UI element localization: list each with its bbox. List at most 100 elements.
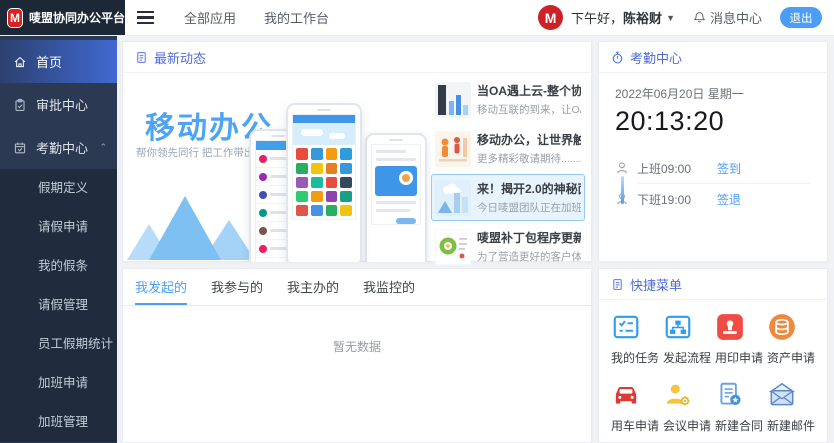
news-thumbnail (435, 229, 471, 265)
top-header: M 唛盟协同办公平台 全部应用 我的工作台 M 下午好，陈裕财 ▼ 消息中心 (0, 0, 834, 36)
sidebar-item-label: 首页 (36, 52, 62, 71)
home-icon (13, 55, 27, 69)
latest-news-card: 最新动态 移动办公 帮你领先同行 把工作带出办公室 (122, 41, 592, 262)
news-list: 当OA遇上云-整个协同OA 移动互联的到来，让OA与云 移动办公，让世界触手可 … (431, 73, 591, 262)
latest-news-header: 最新动态 (123, 42, 591, 73)
news-item-subtitle: 为了营造更好的客户体验，唛 (477, 249, 581, 264)
chevron-up-icon: ⌃ (99, 142, 107, 153)
attendance-card: 考勤中心 2022年06月20日 星期一 20:13:20 上班09:00 签到 (598, 41, 828, 262)
nav-all-apps[interactable]: 全部应用 (184, 8, 236, 27)
banner-phone (365, 133, 427, 262)
quick-new-mail[interactable]: 新建邮件 (767, 380, 819, 434)
sidebar-subitem-holiday-definition[interactable]: 假期定义 (0, 169, 117, 208)
message-center[interactable]: 消息中心 (693, 8, 762, 27)
news-item-selected[interactable]: 来！揭开2.0的神秘面纱- 今日唛盟团队正在加班加点， (431, 174, 585, 221)
card-title: 最新动态 (154, 48, 206, 67)
promo-banner[interactable]: 移动办公 帮你领先同行 把工作带出办公室 (123, 73, 431, 262)
meeting-icon (663, 380, 715, 410)
sidebar-item-attendance-center[interactable]: 考勤中心 ⌃ (0, 126, 117, 169)
quick-vehicle-request[interactable]: 用车申请 (611, 380, 663, 434)
quick-asset-request[interactable]: 资产申请 (767, 312, 819, 366)
quick-menu-card: 快捷菜单 我的任务 (598, 268, 828, 443)
flow-icon (663, 312, 715, 342)
sidebar-subitem-employee-leave-stats[interactable]: 员工假期统计 (0, 325, 117, 364)
attendance-timeline: 上班09:00 签到 下班19:00 签退 (615, 153, 811, 214)
quick-item-label: 用印申请 (715, 349, 767, 366)
logout-button[interactable]: 退出 (780, 7, 822, 28)
news-item-subtitle: 更多精彩敬请期待........ (477, 151, 581, 166)
app-screen: M 唛盟协同办公平台 全部应用 我的工作台 M 下午好，陈裕财 ▼ 消息中心 (0, 0, 834, 443)
news-item[interactable]: 移动办公，让世界触手可 更多精彩敬请期待........ (431, 125, 585, 172)
check-out-row: 下班19:00 签退 (615, 184, 811, 214)
mountain-shape (149, 196, 221, 260)
document-icon (135, 51, 148, 64)
user-menu[interactable]: 下午好，陈裕财 ▼ (571, 8, 675, 27)
tab-monitored[interactable]: 我监控的 (363, 269, 415, 305)
card-title: 考勤中心 (630, 48, 682, 67)
attendance-header: 考勤中心 (599, 42, 827, 73)
tab-initiated[interactable]: 我发起的 (135, 269, 187, 305)
news-thumbnail (435, 82, 471, 118)
sidebar-item-label: 审批中心 (36, 95, 88, 114)
document-icon (611, 278, 624, 291)
news-item-title: 来！揭开2.0的神秘面纱- (477, 180, 581, 197)
quick-my-tasks[interactable]: 我的任务 (611, 312, 663, 366)
news-item[interactable]: 当OA遇上云-整个协同OA 移动互联的到来，让OA与云 (431, 76, 585, 123)
contract-icon (715, 380, 767, 410)
task-icon (611, 312, 663, 342)
timeline-connector (621, 176, 624, 204)
sidebar-subitem-overtime-request[interactable]: 加班申请 (0, 364, 117, 403)
chevron-down-icon: ▼ (666, 13, 675, 23)
username: 陈裕财 (623, 8, 662, 27)
sidebar: 首页 审批中心 考勤中心 ⌃ 假期定义 请 (0, 35, 117, 443)
quick-start-process[interactable]: 发起流程 (663, 312, 715, 366)
quick-new-contract[interactable]: 新建合同 (715, 380, 767, 434)
menu-toggle-icon[interactable] (135, 4, 156, 31)
check-in-link[interactable]: 签到 (717, 160, 741, 177)
banner-phone (286, 103, 362, 262)
message-center-label: 消息中心 (710, 8, 762, 27)
sidebar-item-home[interactable]: 首页 (0, 40, 117, 83)
sidebar-subitem-overtime-management[interactable]: 加班管理 (0, 403, 117, 442)
approval-icon (13, 98, 27, 112)
header-nav: 全部应用 我的工作台 (184, 8, 329, 27)
greeting-text: 下午好， (571, 8, 623, 27)
news-item[interactable]: 唛盟补丁包程序更新 为了营造更好的客户体验，唛 (431, 223, 585, 270)
seal-icon (715, 312, 767, 342)
quick-seal-request[interactable]: 用印申请 (715, 312, 767, 366)
attendance-body: 2022年06月20日 星期一 20:13:20 上班09:00 签到 (599, 73, 827, 216)
sidebar-subitem-leave-request[interactable]: 请假申请 (0, 208, 117, 247)
card-title: 快捷菜单 (630, 275, 682, 294)
latest-news-body: 移动办公 帮你领先同行 把工作带出办公室 (123, 73, 591, 262)
quick-menu-grid: 我的任务 发起流程 (599, 300, 827, 434)
tab-hosted[interactable]: 我主办的 (287, 269, 339, 305)
quick-item-label: 用车申请 (611, 417, 663, 434)
news-item-subtitle: 移动互联的到来，让OA与云 (477, 102, 581, 117)
sidebar-subitem-my-leave-notes[interactable]: 我的假条 (0, 247, 117, 286)
stopwatch-icon (611, 51, 624, 64)
nav-my-workbench[interactable]: 我的工作台 (264, 8, 329, 27)
sidebar-subitem-leave-management[interactable]: 请假管理 (0, 286, 117, 325)
user-avatar[interactable]: M (538, 5, 563, 30)
workflow-tabs: 我发起的 我参与的 我主办的 我监控的 (123, 269, 591, 306)
attendance-icon (13, 141, 27, 155)
news-item-title: 当OA遇上云-整个协同OA (477, 82, 581, 99)
car-icon (611, 380, 663, 410)
person-icon (615, 161, 637, 175)
quick-item-label: 新建邮件 (767, 417, 819, 434)
sidebar-item-approval-center[interactable]: 审批中心 (0, 83, 117, 126)
mail-icon (767, 380, 819, 410)
tab-participated[interactable]: 我参与的 (211, 269, 263, 305)
news-thumbnail (435, 131, 471, 167)
app-logo: M (7, 8, 23, 28)
workflow-tabs-card: 我发起的 我参与的 我主办的 我监控的 暂无数据 (122, 268, 592, 443)
quick-item-label: 资产申请 (767, 349, 819, 366)
quick-item-label: 我的任务 (611, 349, 663, 366)
check-in-row: 上班09:00 签到 (615, 153, 811, 183)
check-out-link[interactable]: 签退 (717, 191, 741, 208)
person-icon (615, 192, 637, 206)
app-title: 唛盟协同办公平台 (29, 9, 125, 26)
quick-meeting-request[interactable]: 会议申请 (663, 380, 715, 434)
brand: M 唛盟协同办公平台 (0, 0, 125, 35)
check-out-label: 下班19:00 (637, 191, 717, 208)
